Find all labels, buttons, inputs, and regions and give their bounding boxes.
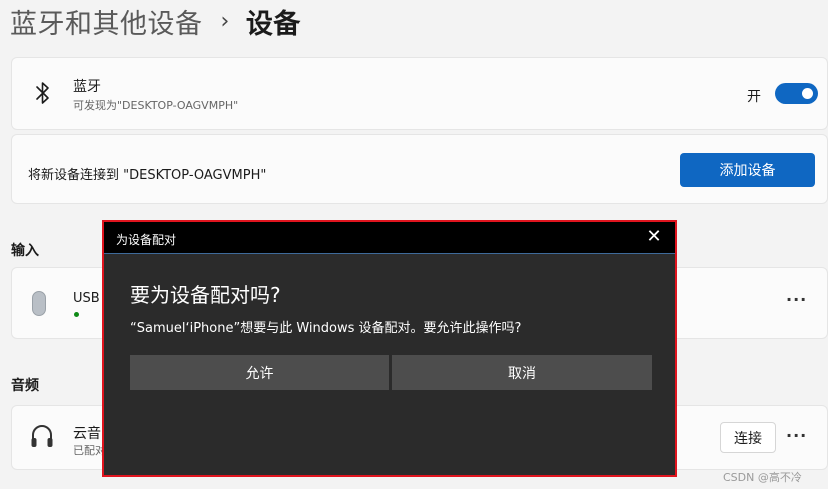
- breadcrumb-parent[interactable]: 蓝牙和其他设备: [10, 2, 203, 41]
- dialog-titlebar: 为设备配对 ✕: [104, 222, 675, 253]
- add-device-card: 将新设备连接到 "DESKTOP-OAGVMPH" 添加设备: [11, 134, 828, 204]
- bluetooth-toggle[interactable]: [775, 83, 818, 104]
- connected-status-dot: [74, 312, 79, 317]
- audio-section-title: 音频: [11, 378, 39, 394]
- toggle-knob: [802, 88, 813, 99]
- page-title: 设备: [245, 9, 301, 40]
- pairing-dialog: 为设备配对 ✕ 要为设备配对吗? “Samuel‘iPhone”想要与此 Win…: [102, 220, 677, 477]
- headphones-icon: [31, 425, 53, 447]
- audio-device-name: 云音: [73, 426, 101, 442]
- more-options-button[interactable]: ···: [786, 426, 807, 445]
- input-device-name: USB: [73, 291, 100, 306]
- dialog-message: “Samuel‘iPhone”想要与此 Windows 设备配对。要允许此操作吗…: [130, 321, 522, 336]
- bluetooth-toggle-label: 开: [747, 89, 761, 105]
- dialog-divider: [104, 253, 675, 254]
- breadcrumb-chevron-icon: ›: [220, 9, 230, 34]
- more-options-button[interactable]: ···: [786, 290, 807, 309]
- connect-button[interactable]: 连接: [720, 422, 776, 453]
- dialog-heading: 要为设备配对吗?: [130, 283, 281, 307]
- watermark: CSDN @高不冷: [723, 471, 802, 484]
- cancel-button[interactable]: 取消: [392, 355, 652, 390]
- add-device-button[interactable]: 添加设备: [680, 153, 815, 187]
- bluetooth-card: 蓝牙 可发现为"DESKTOP-OAGVMPH" 开: [11, 57, 828, 130]
- bluetooth-discoverable-text: 可发现为"DESKTOP-OAGVMPH": [73, 99, 239, 112]
- bluetooth-title: 蓝牙: [73, 79, 101, 95]
- allow-button[interactable]: 允许: [130, 355, 389, 390]
- breadcrumb: 蓝牙和其他设备 › 设备: [10, 2, 301, 41]
- add-device-label: 将新设备连接到 "DESKTOP-OAGVMPH": [28, 168, 267, 183]
- dialog-title: 为设备配对: [116, 233, 177, 247]
- close-icon[interactable]: ✕: [644, 226, 664, 247]
- mouse-icon: [32, 291, 46, 316]
- bluetooth-icon: [36, 82, 49, 104]
- input-section-title: 输入: [11, 243, 39, 259]
